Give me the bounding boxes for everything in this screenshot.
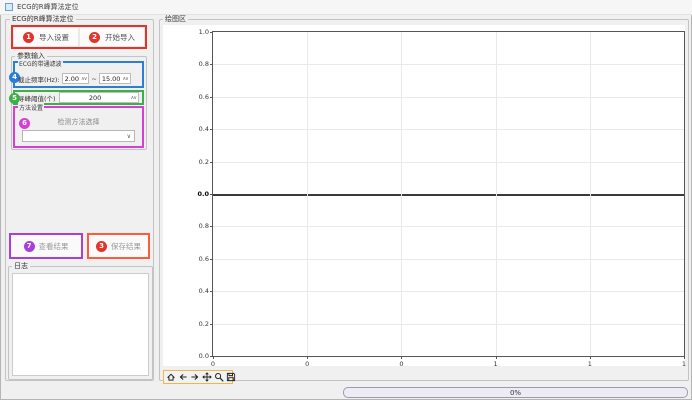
main-left-group-title: ECG的R峰算法定位 [10,15,76,23]
pan-icon[interactable] [202,372,212,382]
log-textarea[interactable] [12,273,149,376]
y-tick-label: 0.4 [199,287,209,295]
y-tick-label: 0.6 [199,93,209,101]
start-import-button[interactable]: 2 开始导入 [79,27,145,47]
spinner-arrows-icon[interactable]: ∧∨ [81,76,86,82]
import-buttons-annotation-box: 1 导入设置 2 开始导入 [11,25,147,49]
forward-icon[interactable] [190,372,200,382]
view-results-button[interactable]: 7 查看结果 [9,233,83,259]
plot-axes: 1.00.80.60.40.20.00.80.60.40.20.0000111 [212,31,685,357]
chevron-down-icon: ∨ [127,133,131,140]
y-tick-label: 0.4 [199,125,209,133]
y-tick-label: 1.0 [199,28,209,36]
method-combobox[interactable]: ∨ [22,130,135,142]
step-2-badge: 2 [89,32,100,43]
log-group [8,266,153,380]
window-titlebar[interactable]: ECG的R峰算法定位 [0,0,692,15]
app-icon [5,3,13,11]
zoom-icon[interactable] [214,372,224,382]
y-tick-label: 0.6 [199,255,209,263]
save-results-button[interactable]: 3 保存结果 [87,233,150,259]
cutoff-low-spinbox[interactable]: 2.00 ∧∨ [62,73,90,84]
cutoff-low-value: 2.00 [65,75,79,83]
import-settings-button[interactable]: 1 导入设置 [13,27,79,47]
back-icon[interactable] [178,372,188,382]
spinner-arrows-icon[interactable]: ∧∨ [131,95,136,101]
x-tick-label: 0 [211,360,215,368]
y-tick-label: 0.8 [199,60,209,68]
import-settings-label: 导入设置 [39,32,69,43]
save-icon[interactable] [226,372,236,382]
params-group-title: 参数输入 [15,52,47,60]
x-tick-label: 0 [399,360,403,368]
plot-canvas[interactable]: 1.00.80.60.40.20.00.80.60.40.20.0000111 [163,25,685,366]
y-tick-label: 0.2 [199,320,209,328]
y-tick-label: 0.0 [197,190,209,198]
y-tick-label: 0.8 [199,222,209,230]
log-group-title: 日志 [12,262,30,270]
progress-bar: 0% [343,387,688,398]
plot-toolbar [163,370,233,384]
peak-threshold-spinbox[interactable]: 200 ∧∨ [59,92,139,103]
cutoff-high-value: 15.00 [102,75,121,83]
peak-threshold-label: 寻峰阈值(个) [18,93,56,103]
start-import-label: 开始导入 [105,32,135,43]
method-group-title: 方法设置 [18,103,44,112]
view-results-label: 查看结果 [39,241,69,252]
progress-value: 0% [510,389,521,397]
spinner-arrows-icon[interactable]: ∧∨ [122,76,127,82]
step-7-badge: 7 [24,241,35,252]
save-results-label: 保存结果 [111,241,141,252]
y-tick-label: 0.2 [199,158,209,166]
x-tick-label: 0 [305,360,309,368]
cutoff-high-spinbox[interactable]: 15.00 ∧∨ [99,73,131,84]
step-1-badge: 1 [23,32,34,43]
peak-threshold-value: 200 [62,94,129,102]
plot-group: 1.00.80.60.40.20.00.80.60.40.20.0000111 [159,19,689,381]
x-tick-label: 1 [494,360,498,368]
window-title: ECG的R峰算法定位 [17,2,79,12]
home-icon[interactable] [166,372,176,382]
x-tick-label: 1 [682,360,686,368]
range-separator: ~ [91,75,96,83]
plot-group-title: 绘图区 [163,15,188,23]
method-select-label: 检测方法选择 [15,117,142,127]
step-3-badge: 3 [96,241,107,252]
method-annotation-box: 方法设置 6 检测方法选择 ∨ [13,106,144,148]
bandpass-annotation-box: ECG的带通滤波 4 截止频率(Hz): 2.00 ∧∨ ~ 15.00 ∧∨ [13,61,144,88]
bandpass-group-title: ECG的带通滤波 [18,59,63,68]
x-tick-label: 1 [588,360,592,368]
cutoff-frequency-label: 截止频率(Hz): [18,74,60,84]
y-tick-label: 0.0 [199,352,209,360]
